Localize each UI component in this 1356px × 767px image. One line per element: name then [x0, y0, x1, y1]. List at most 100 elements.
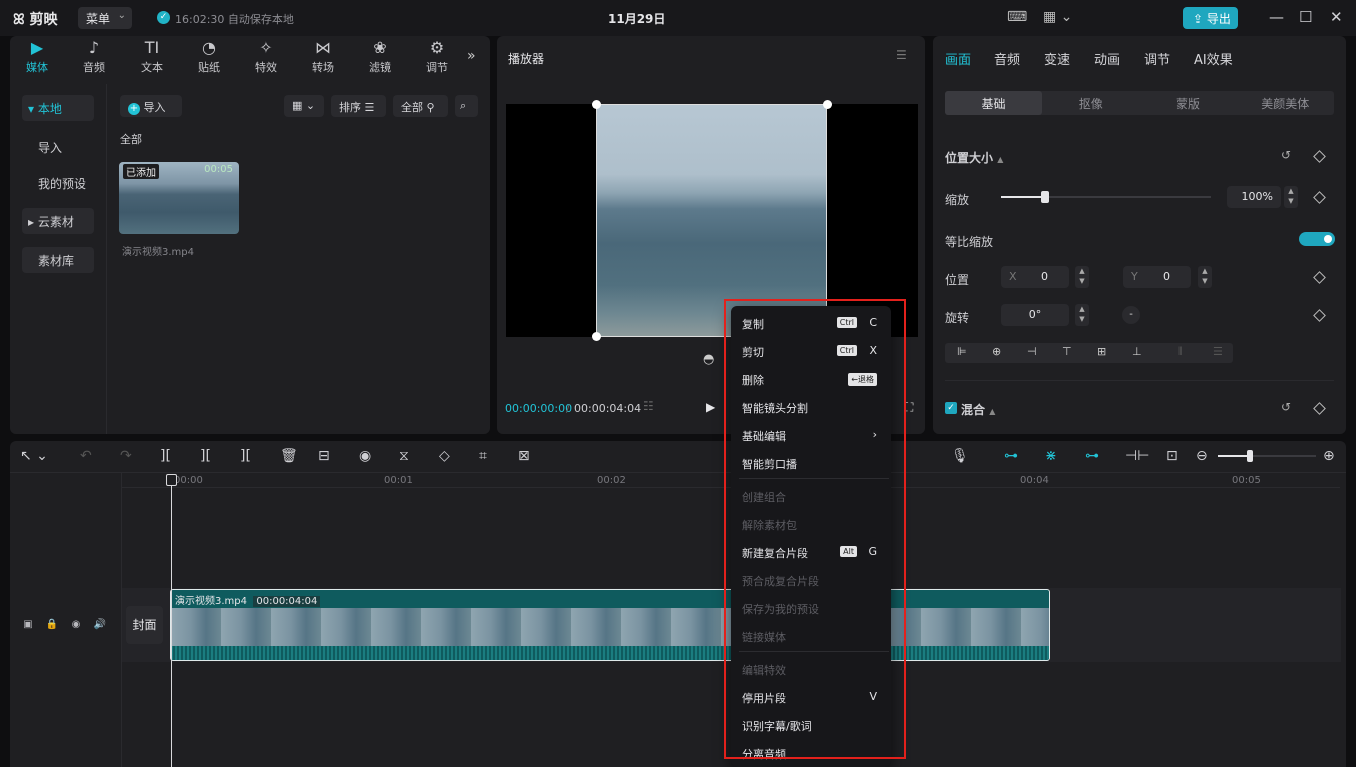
sidebar-item-cloud[interactable]: ▸ 云素材 — [22, 208, 94, 234]
tab-effect[interactable]: ✧ 特效 — [241, 38, 291, 75]
tab-media[interactable]: ▶ 媒体 — [12, 38, 62, 75]
sort-button[interactable]: 排序 ☰ — [331, 95, 386, 117]
select-tool-icon[interactable]: ↖ ⌄ — [20, 448, 48, 464]
track-video-icon[interactable]: ▣ — [21, 619, 35, 633]
position-y-stepper[interactable]: ▲ ▼ — [1198, 266, 1212, 288]
import-button[interactable]: + 导入 — [120, 95, 182, 117]
resize-handle[interactable] — [823, 100, 832, 109]
playhead[interactable] — [171, 474, 172, 767]
zoom-slider[interactable] — [1218, 450, 1316, 462]
sidebar-item-import[interactable]: 导入 — [22, 134, 94, 160]
frames-icon[interactable]: ☷ — [643, 399, 654, 413]
prop-tab[interactable]: 动画 — [1094, 49, 1120, 68]
align-right-icon[interactable]: ⊣ — [1027, 345, 1037, 358]
undo-icon[interactable]: ↶ — [80, 448, 92, 464]
scale-stepper[interactable]: ▲ ▼ — [1284, 186, 1298, 208]
keyboard-icon[interactable]: ⌨ — [1007, 9, 1027, 25]
export-button[interactable]: ⇪ 导出 — [1183, 7, 1238, 29]
segment-tab[interactable]: 基础 — [945, 91, 1042, 115]
more-tabs-icon[interactable]: » — [467, 48, 476, 64]
segment-tab[interactable]: 抠像 — [1042, 91, 1139, 115]
search-button[interactable]: ⌕ — [455, 95, 478, 117]
zoom-knob[interactable] — [1247, 450, 1253, 462]
blend-label[interactable]: 混合 ▲ — [961, 401, 995, 418]
position-x-stepper[interactable]: ▲ ▼ — [1075, 266, 1089, 288]
tab-filter[interactable]: ❀ 滤镜 — [355, 38, 405, 75]
close-icon[interactable]: ✕ — [1330, 8, 1343, 26]
minimize-icon[interactable]: — — [1269, 8, 1284, 26]
prop-tab[interactable]: 变速 — [1044, 49, 1070, 68]
distribute-v-icon[interactable]: ☰ — [1213, 345, 1223, 358]
eye-icon[interactable]: ◉ — [69, 619, 83, 633]
trim-right-icon[interactable]: ][ — [240, 448, 251, 464]
split-icon[interactable]: ][ — [160, 448, 171, 464]
rotate-stepper[interactable]: ▲ ▼ — [1075, 304, 1089, 326]
video-clip[interactable]: 演示视频3.mp4 00:00:04:04 — [170, 589, 1050, 661]
prop-tab[interactable]: 画面 — [945, 49, 971, 68]
preview-axis-icon[interactable]: ⊶ — [1085, 448, 1099, 464]
playhead-handle[interactable] — [166, 474, 177, 486]
align-top-icon[interactable]: ⊤ — [1062, 345, 1072, 358]
reset-icon[interactable]: ↺ — [1281, 148, 1291, 162]
position-y-input[interactable]: Y0 — [1123, 266, 1191, 288]
segment-tab[interactable]: 蒙版 — [1140, 91, 1237, 115]
ratio-icon[interactable]: ◓ — [703, 352, 714, 367]
position-x-input[interactable]: X0 — [1001, 266, 1069, 288]
fullscreen-icon[interactable]: ⛶ — [905, 400, 913, 415]
magnet-icon[interactable]: ⊶ — [1004, 448, 1018, 464]
ai-edit-icon[interactable]: ⊠ — [518, 448, 530, 464]
align-left-icon[interactable]: ⊫ — [957, 345, 967, 358]
cover-button[interactable]: 封面 — [126, 606, 163, 644]
linkage-icon[interactable]: ⋇ — [1045, 448, 1057, 464]
mirror-icon[interactable]: ⧖ — [399, 448, 409, 464]
align-hcenter-icon[interactable]: ⊕ — [992, 345, 1001, 358]
tab-adjust[interactable]: ⚙ 调节 — [412, 38, 462, 75]
tab-text[interactable]: TI 文本 — [127, 38, 177, 75]
distribute-h-icon[interactable]: ⫴ — [1178, 345, 1183, 359]
tab-transition[interactable]: ⋈ 转场 — [298, 38, 348, 75]
prop-tab[interactable]: 调节 — [1144, 49, 1170, 68]
scale-knob[interactable] — [1041, 191, 1050, 203]
lock-icon[interactable]: 🔒 — [45, 619, 59, 633]
rotate-icon[interactable]: ◇ — [439, 448, 450, 464]
prop-tab[interactable]: 音频 — [994, 49, 1020, 68]
align-bottom-icon[interactable]: ⊥ — [1132, 345, 1142, 358]
sidebar-item-preset[interactable]: 我的预设 — [22, 170, 94, 196]
player-menu-icon[interactable]: ☰ — [896, 48, 907, 62]
resize-handle[interactable] — [592, 100, 601, 109]
section-pos-size[interactable]: 位置大小 ▲ — [945, 149, 1003, 166]
rotate-input[interactable]: 0° — [1001, 304, 1069, 326]
delete-icon[interactable]: 🗑 — [280, 448, 298, 464]
microphone-icon[interactable]: 🎙 — [951, 448, 969, 464]
segment-tab[interactable]: 美颜美体 — [1237, 91, 1334, 115]
split-view-icon[interactable]: ⊣⊢ — [1125, 448, 1149, 464]
reverse-icon[interactable]: ◉ — [359, 448, 371, 464]
zoom-out-icon[interactable]: ⊖ — [1196, 448, 1208, 464]
resize-handle[interactable] — [592, 332, 601, 341]
media-thumbnail[interactable]: 已添加 00:05 — [119, 162, 239, 234]
project-title[interactable]: 11月29日 — [608, 10, 665, 27]
zoom-in-icon[interactable]: ⊕ — [1323, 448, 1335, 464]
scale-slider[interactable] — [1001, 191, 1211, 203]
reset-icon[interactable]: ↺ — [1281, 400, 1291, 414]
scale-input[interactable]: 100% — [1227, 186, 1281, 208]
volume-icon[interactable]: 🔊 — [93, 619, 107, 633]
play-icon[interactable]: ▶ — [706, 400, 715, 414]
freeze-icon[interactable]: ⊟ — [318, 448, 330, 464]
sidebar-item-library[interactable]: 素材库 — [22, 247, 94, 273]
trim-left-icon[interactable]: ][ — [200, 448, 211, 464]
crop-icon[interactable]: ⌗ — [479, 448, 487, 464]
maximize-icon[interactable]: ☐ — [1299, 8, 1312, 26]
prop-tab[interactable]: AI效果 — [1194, 49, 1233, 68]
rotate-dial[interactable]: - — [1122, 306, 1140, 324]
layout-icon[interactable]: ▦ ⌄ — [1043, 9, 1072, 25]
align-vcenter-icon[interactable]: ⊞ — [1097, 345, 1106, 358]
sidebar-item-local[interactable]: ▾ 本地 — [22, 95, 94, 121]
tab-sticker[interactable]: ◔ 贴纸 — [184, 38, 234, 75]
redo-icon[interactable]: ↷ — [120, 448, 132, 464]
view-mode-button[interactable]: ▦ ⌄ — [284, 95, 324, 117]
filter-button[interactable]: 全部 ⚲ — [393, 95, 448, 117]
blend-checkbox[interactable]: ✓ — [945, 402, 957, 414]
screen-icon[interactable]: ⊡ — [1166, 448, 1178, 464]
menu-button[interactable]: 菜单 ⌄ — [78, 7, 132, 29]
